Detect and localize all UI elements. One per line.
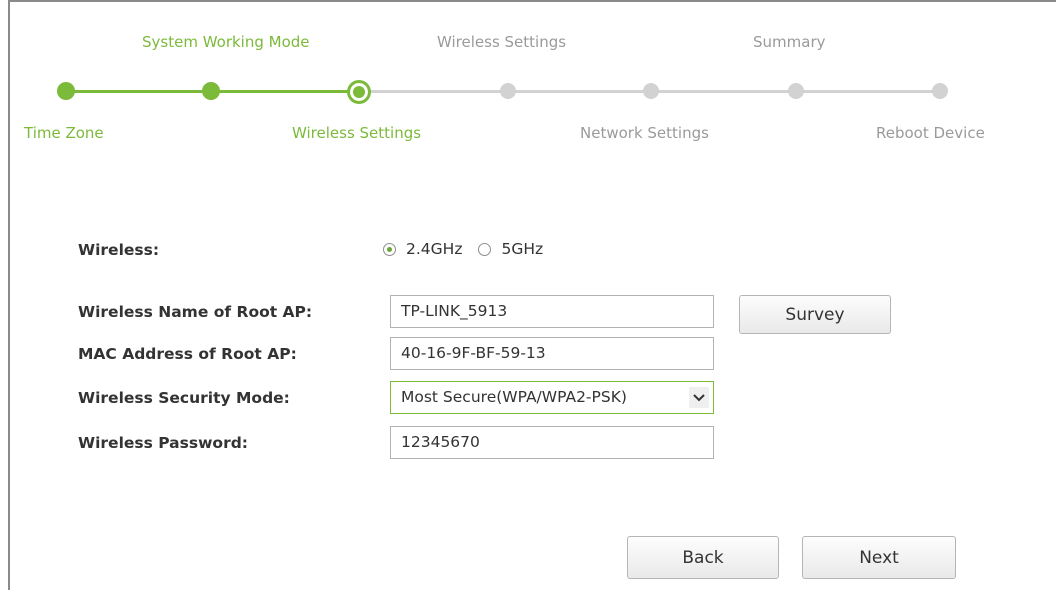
step-dot-summary: [788, 83, 804, 99]
step-reboot-device: Reboot Device: [876, 124, 985, 142]
step-wireless-settings-top: Wireless Settings: [437, 33, 567, 51]
security-mode-select[interactable]: Most Secure(WPA/WPA2-PSK): [390, 381, 714, 414]
radio-5ghz[interactable]: [478, 242, 492, 256]
step-system-working-mode: System Working Mode: [142, 33, 310, 51]
security-mode-label: Wireless Security Mode:: [78, 389, 290, 407]
survey-button[interactable]: Survey: [739, 295, 891, 334]
wireless-password-input[interactable]: 12345670: [390, 426, 714, 459]
frame-left-border: [8, 0, 10, 590]
step-dot-system-working-mode: [202, 82, 220, 100]
step-dot-time-zone: [57, 82, 75, 100]
radio-2-4ghz[interactable]: [383, 242, 396, 256]
radio-2-4ghz-label: 2.4GHz: [406, 240, 463, 258]
root-ap-name-label: Wireless Name of Root AP:: [78, 303, 313, 321]
security-mode-value: Most Secure(WPA/WPA2-PSK): [401, 388, 627, 406]
wireless-band-label: Wireless:: [78, 241, 160, 259]
frame-top-border: [8, 0, 1056, 2]
mac-address-input[interactable]: 40-16-9F-BF-59-13: [390, 337, 714, 370]
radio-5ghz-label: 5GHz: [501, 240, 544, 258]
wireless-band-radio-group: 2.4GHz 5GHz: [383, 240, 559, 258]
step-dot-wireless-settings-top: [500, 83, 516, 99]
step-dot-reboot-device: [932, 83, 948, 99]
radio-option-2-4ghz[interactable]: 2.4GHz: [383, 240, 462, 258]
root-ap-name-input[interactable]: TP-LINK_5913: [390, 295, 714, 328]
step-summary: Summary: [753, 33, 826, 51]
step-dot-wireless-settings-current: [347, 80, 371, 104]
mac-address-label: MAC Address of Root AP:: [78, 345, 297, 363]
back-button[interactable]: Back: [627, 536, 779, 579]
chevron-down-icon[interactable]: [689, 387, 709, 408]
step-network-settings: Network Settings: [580, 124, 709, 142]
step-wireless-settings-current: Wireless Settings: [292, 124, 422, 142]
step-dot-network-settings: [643, 83, 659, 99]
next-button[interactable]: Next: [802, 536, 956, 579]
step-time-zone: Time Zone: [24, 124, 104, 142]
radio-option-5ghz[interactable]: 5GHz: [478, 240, 543, 258]
wireless-password-label: Wireless Password:: [78, 434, 249, 452]
